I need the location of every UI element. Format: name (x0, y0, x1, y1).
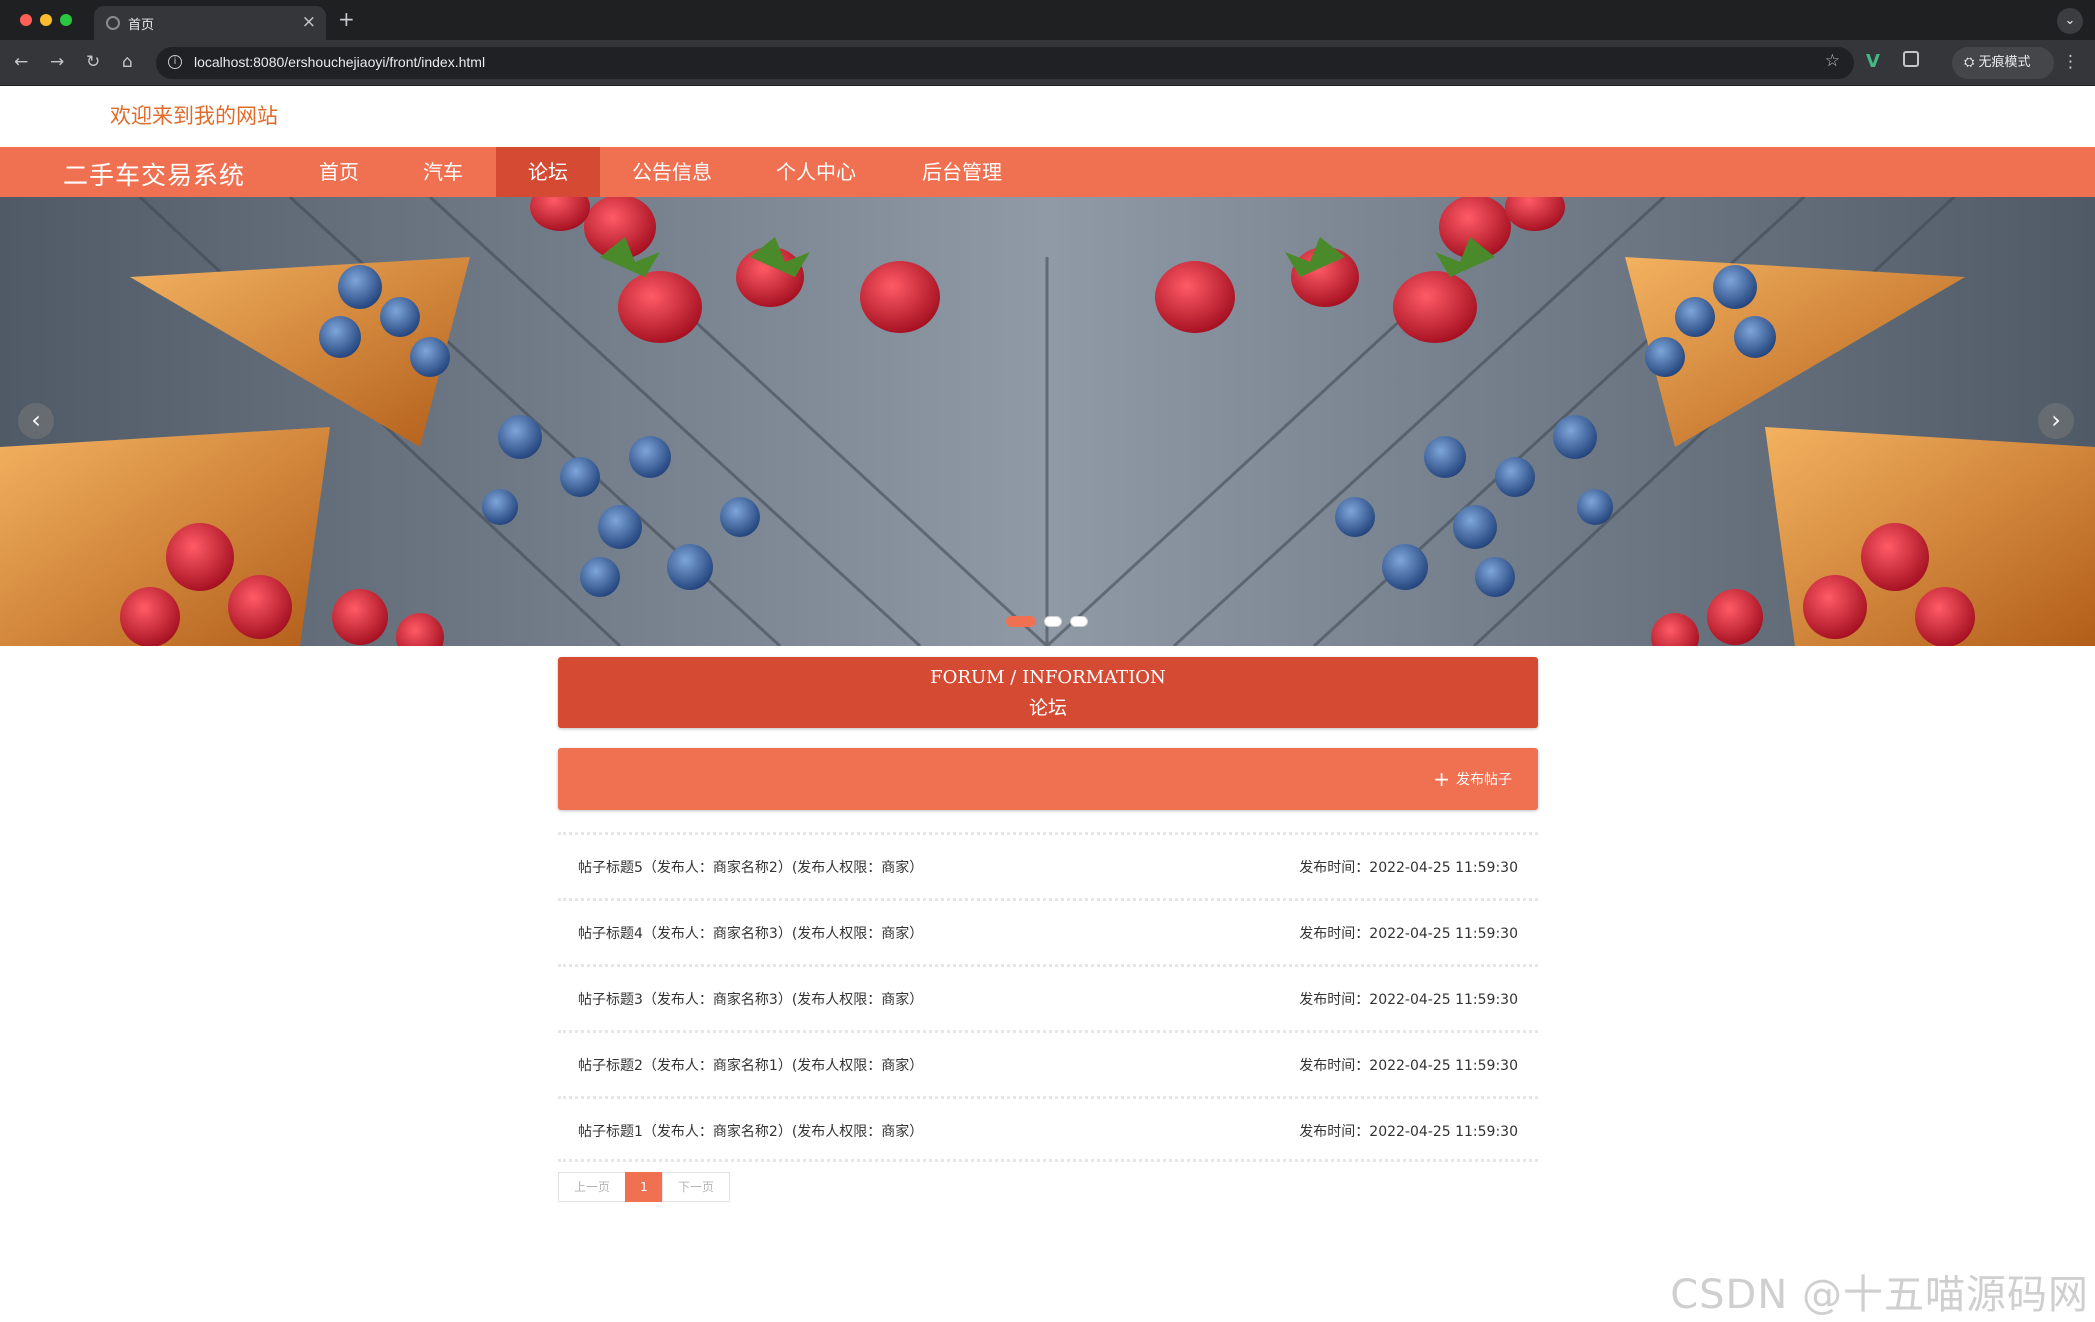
page-number-button[interactable]: 1 (625, 1172, 663, 1202)
carousel-prev-button[interactable]: ‹ (18, 403, 54, 439)
post-time: 发布时间：2022-04-25 11:59:30 (1299, 860, 1518, 876)
post-title[interactable]: 帖子标题3（发布人：商家名称3）(发布人权限：商家） (578, 989, 923, 1009)
carousel-dot-1[interactable] (1006, 616, 1036, 627)
post-time: 发布时间：2022-04-25 11:59:30 (1299, 926, 1518, 942)
vue-devtools-icon[interactable]: V (1866, 50, 1880, 74)
welcome-text: 欢迎来到我的网站 (110, 104, 278, 128)
browser-menu-icon[interactable]: ⋮ (2062, 50, 2079, 74)
carousel-dot-3[interactable] (1070, 616, 1088, 627)
tab-search-button[interactable]: ⌄ (2057, 8, 2083, 34)
nav-admin[interactable]: 后台管理 (910, 147, 1014, 197)
new-tab-button[interactable]: + (338, 8, 355, 30)
reload-icon[interactable]: ↻ (86, 50, 100, 74)
main-navbar: 二手车交易系统 首页 汽车 论坛 公告信息 个人中心 后台管理 (0, 147, 2095, 197)
list-item[interactable]: 帖子标题4（发布人：商家名称3）(发布人权限：商家） 发布时间：2022-04-… (558, 898, 1538, 964)
list-item[interactable]: 帖子标题5（发布人：商家名称2）(发布人权限：商家） 发布时间：2022-04-… (558, 832, 1538, 898)
carousel-dot-2[interactable] (1044, 616, 1062, 627)
window-zoom-button[interactable] (60, 14, 72, 26)
list-item[interactable]: 帖子标题3（发布人：商家名称3）(发布人权限：商家） 发布时间：2022-04-… (558, 964, 1538, 1030)
post-list: 帖子标题5（发布人：商家名称2）(发布人权限：商家） 发布时间：2022-04-… (558, 832, 1538, 1162)
home-icon[interactable]: ⌂ (122, 50, 133, 74)
post-title[interactable]: 帖子标题4（发布人：商家名称3）(发布人权限：商家） (578, 923, 923, 943)
carousel-next-button[interactable]: › (2038, 403, 2074, 439)
incognito-icon: ⛭ (1964, 55, 1979, 70)
publish-post-label: 发布帖子 (1456, 772, 1512, 788)
prev-page-button[interactable]: 上一页 (558, 1172, 626, 1202)
window-minimize-button[interactable] (40, 14, 52, 26)
browser-toolbar: ← → ↻ ⌂ i localhost:8080/ershouchejiaoyi… (0, 40, 2095, 86)
browser-tab-active[interactable]: 首页 × (94, 6, 326, 40)
publish-post-button[interactable]: + 发布帖子 (1433, 768, 1512, 791)
next-page-button[interactable]: 下一页 (662, 1172, 730, 1202)
post-title[interactable]: 帖子标题2（发布人：商家名称1）(发布人权限：商家） (578, 1055, 923, 1075)
post-title[interactable]: 帖子标题5（发布人：商家名称2）(发布人权限：商家） (578, 857, 923, 877)
address-bar[interactable]: i localhost:8080/ershouchejiaoyi/front/i… (156, 47, 1854, 79)
browser-tab-bar: 首页 × + ⌄ (0, 0, 2095, 40)
nav-personal-center[interactable]: 个人中心 (764, 147, 868, 197)
post-title[interactable]: 帖子标题1（发布人：商家名称2）(发布人权限：商家） (578, 1121, 923, 1141)
back-arrow-icon[interactable]: ← (14, 50, 28, 74)
url-text[interactable]: localhost:8080/ershouchejiaoyi/front/ind… (194, 54, 485, 70)
incognito-label: 无痕模式 (1978, 55, 2031, 70)
csdn-watermark: CSDN @十五喵源码网 (1670, 1272, 2089, 1318)
section-title-zh: 论坛 (1028, 697, 1067, 719)
nav-announcements[interactable]: 公告信息 (620, 147, 724, 197)
forward-arrow-icon[interactable]: → (50, 50, 64, 74)
incognito-badge[interactable]: ⛭ 无痕模式 (1952, 47, 2054, 79)
list-item[interactable]: 帖子标题1（发布人：商家名称2）(发布人权限：商家） 发布时间：2022-04-… (558, 1096, 1538, 1162)
list-item[interactable]: 帖子标题2（发布人：商家名称1）(发布人权限：商家） 发布时间：2022-04-… (558, 1030, 1538, 1096)
tab-title: 首页 (128, 18, 155, 33)
section-title-en: FORUM / INFORMATION (930, 667, 1166, 688)
nav-forum[interactable]: 论坛 (496, 147, 600, 197)
post-time: 发布时间：2022-04-25 11:59:30 (1299, 1124, 1518, 1140)
forum-section-header: FORUM / INFORMATION 论坛 (558, 657, 1538, 728)
carousel-banner[interactable] (0, 197, 2095, 646)
extensions-puzzle-icon[interactable] (1903, 51, 1919, 67)
site-brand[interactable]: 二手车交易系统 (63, 156, 245, 192)
post-time: 发布时间：2022-04-25 11:59:30 (1299, 992, 1518, 1008)
plus-icon: + (1433, 767, 1450, 791)
window-close-button[interactable] (20, 14, 32, 26)
banner-image (0, 197, 2095, 646)
bookmark-star-icon[interactable]: ☆ (1825, 51, 1840, 71)
nav-home[interactable]: 首页 (300, 147, 378, 197)
nav-cars[interactable]: 汽车 (404, 147, 482, 197)
forum-action-bar: + 发布帖子 (558, 748, 1538, 810)
tab-close-icon[interactable]: × (302, 12, 316, 32)
globe-icon (106, 16, 120, 30)
post-time: 发布时间：2022-04-25 11:59:30 (1299, 1058, 1518, 1074)
site-info-icon[interactable]: i (168, 55, 182, 69)
